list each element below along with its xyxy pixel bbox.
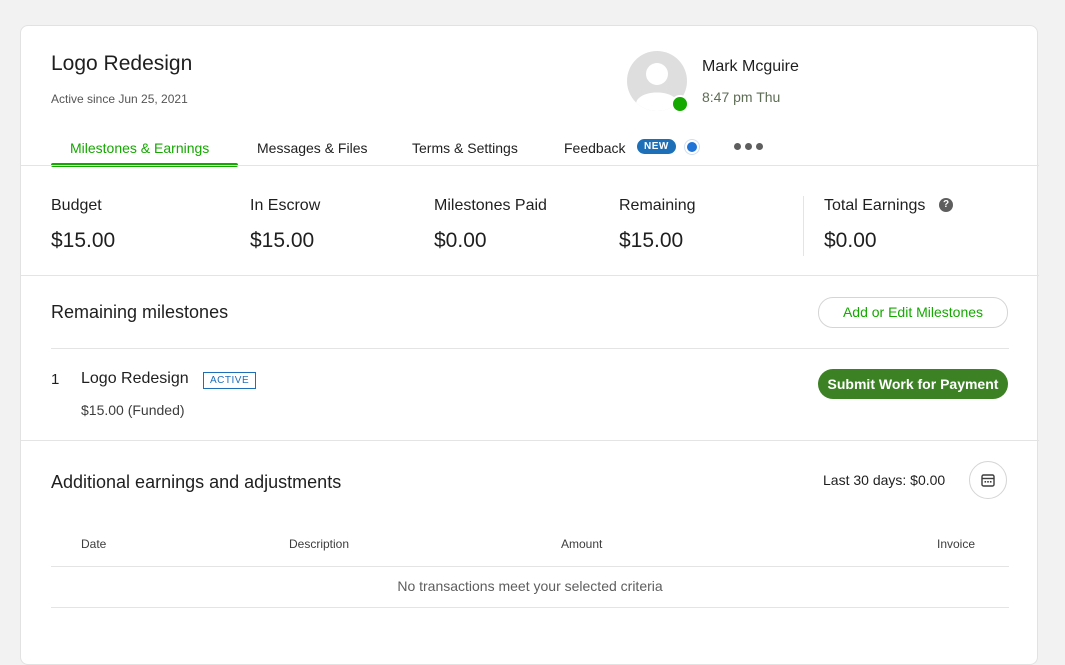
- column-header-description[interactable]: Description: [289, 537, 349, 551]
- divider: [51, 348, 1009, 349]
- stat-budget-value: $15.00: [51, 229, 116, 252]
- divider: [21, 440, 1039, 441]
- tab-messages-files[interactable]: Messages & Files: [257, 140, 367, 156]
- more-options-icon[interactable]: [734, 143, 763, 150]
- date-filter-button[interactable]: [969, 461, 1007, 499]
- status-badge: ACTIVE: [203, 372, 257, 389]
- stat-total-earnings-label: Total Earnings: [824, 197, 926, 214]
- stat-total-earnings-value: $0.00: [824, 229, 877, 252]
- additional-earnings-title: Additional earnings and adjustments: [51, 472, 342, 492]
- milestone-name: Logo Redesign: [81, 370, 189, 387]
- column-header-invoice[interactable]: Invoice: [937, 537, 975, 551]
- column-header-amount[interactable]: Amount: [561, 537, 602, 551]
- calendar-icon: [981, 474, 995, 487]
- milestone-number: 1: [51, 371, 60, 388]
- divider: [51, 566, 1009, 567]
- stat-budget-label: Budget: [51, 197, 102, 214]
- divider: [51, 607, 1009, 608]
- user-name[interactable]: Mark Mcguire: [702, 58, 799, 76]
- page-title: Logo Redesign: [51, 52, 193, 75]
- empty-state-text: No transactions meet your selected crite…: [397, 578, 663, 594]
- new-badge: NEW: [637, 139, 676, 154]
- divider: [21, 165, 1039, 166]
- tab-terms-settings[interactable]: Terms & Settings: [412, 140, 518, 156]
- column-header-date[interactable]: Date: [81, 537, 106, 551]
- online-status-dot: [671, 95, 689, 113]
- tab-milestones-earnings[interactable]: Milestones & Earnings: [70, 140, 209, 156]
- help-icon[interactable]: ?: [939, 198, 953, 212]
- add-edit-milestones-button[interactable]: Add or Edit Milestones: [818, 297, 1008, 328]
- stat-remaining-label: Remaining: [619, 197, 696, 214]
- notification-dot-icon: [685, 140, 699, 154]
- remaining-milestones-title: Remaining milestones: [51, 302, 229, 322]
- stat-remaining-value: $15.00: [619, 229, 684, 252]
- stat-milestones-paid-value: $0.00: [434, 229, 487, 252]
- contract-card: Logo Redesign Active since Jun 25, 2021 …: [20, 25, 1039, 665]
- milestone-amount: $15.00 (Funded): [81, 402, 185, 418]
- submit-work-button[interactable]: Submit Work for Payment: [818, 369, 1008, 399]
- contract-subtitle: Active since Jun 25, 2021: [51, 92, 188, 106]
- stat-escrow-label: In Escrow: [250, 197, 321, 214]
- tab-feedback[interactable]: Feedback: [564, 140, 625, 156]
- user-local-time: 8:47 pm Thu: [702, 89, 781, 105]
- stat-escrow-value: $15.00: [250, 229, 315, 252]
- divider: [21, 275, 1039, 276]
- last-30-days-summary: Last 30 days: $0.00: [823, 472, 946, 488]
- stat-milestones-paid-label: Milestones Paid: [434, 197, 547, 214]
- vertical-divider: [803, 196, 804, 256]
